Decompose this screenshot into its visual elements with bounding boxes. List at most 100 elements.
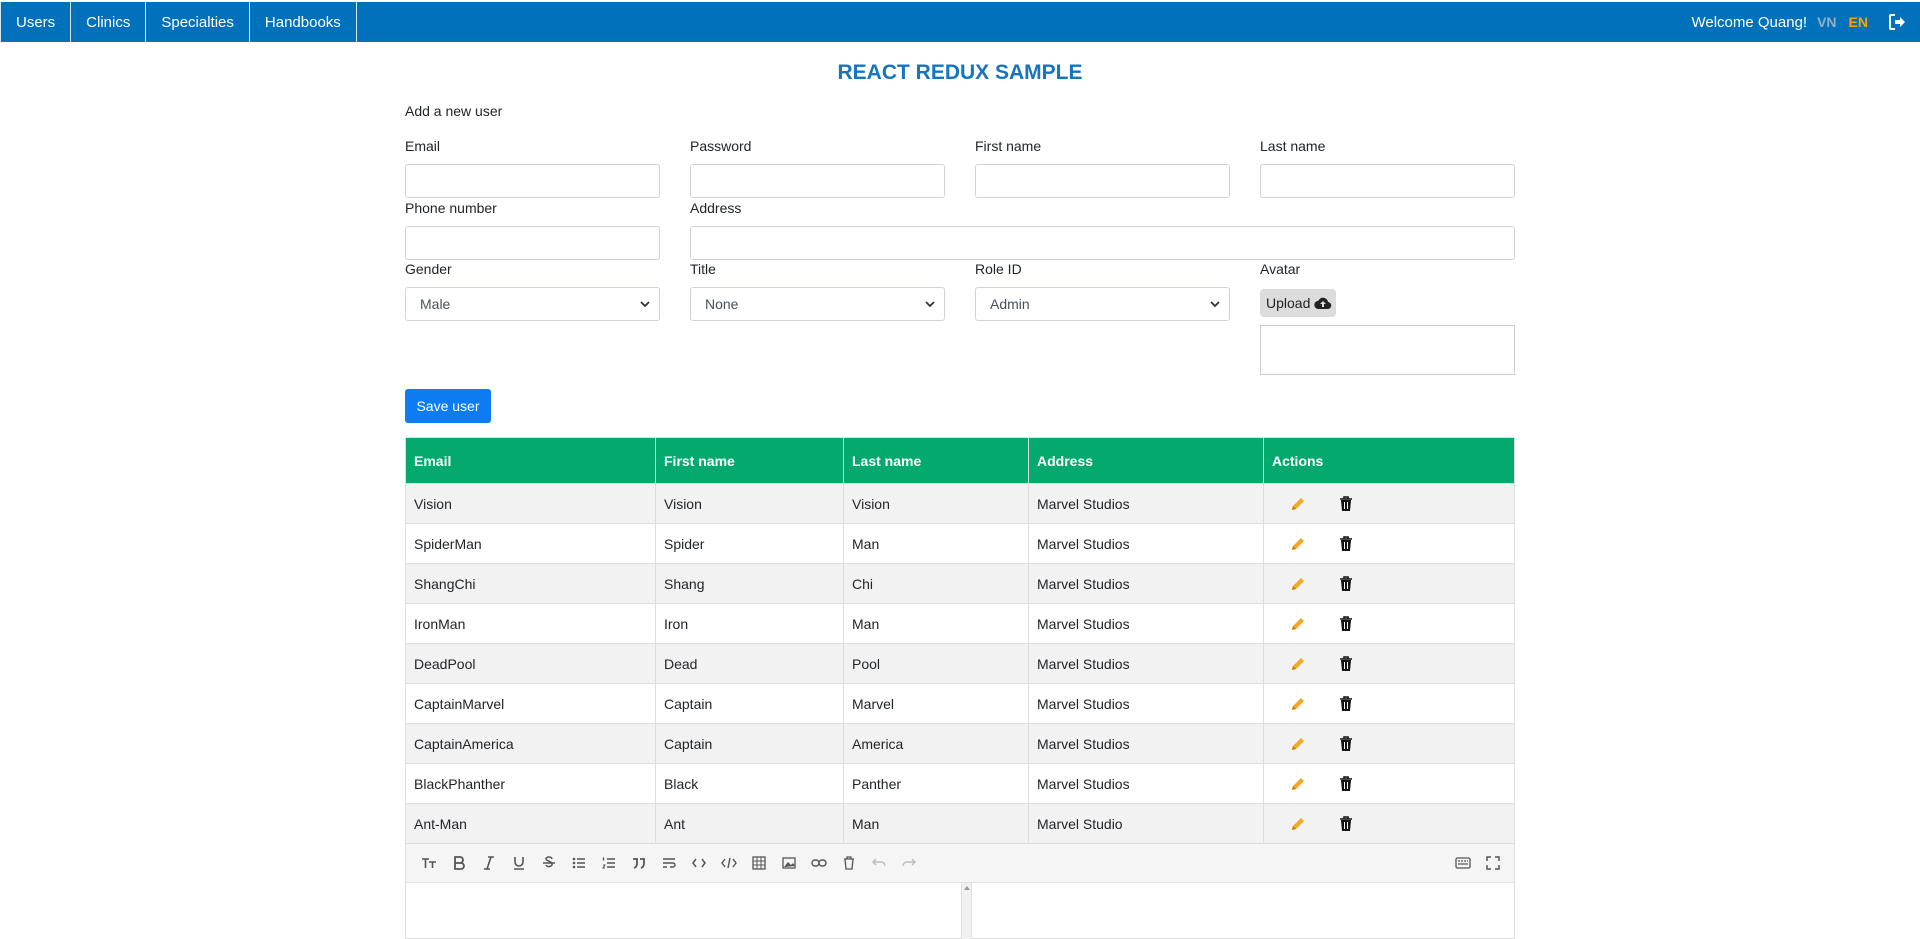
cell-address: Marvel Studios xyxy=(1028,483,1264,524)
pencil-icon[interactable] xyxy=(1289,815,1307,833)
pane-divider[interactable] xyxy=(961,883,972,939)
cell-first-name: Captain xyxy=(655,723,844,764)
keyboard-icon[interactable] xyxy=(1448,848,1478,878)
trash-icon[interactable] xyxy=(1339,735,1355,752)
fullscreen-icon[interactable] xyxy=(1478,848,1508,878)
cell-first-name: Dead xyxy=(655,643,844,684)
title-select[interactable]: None xyxy=(690,287,945,321)
cell-first-name: Iron xyxy=(655,603,844,644)
trash-icon[interactable] xyxy=(1339,695,1355,712)
last-name-input[interactable] xyxy=(1260,164,1515,198)
cell-email: CaptainMarvel xyxy=(405,683,656,724)
cell-email: ShangChi xyxy=(405,563,656,604)
chevron-down-icon xyxy=(640,301,650,308)
cell-address: Marvel Studios xyxy=(1028,523,1264,564)
link-icon[interactable] xyxy=(804,848,834,878)
table-header-row: Email First name Last name Address Actio… xyxy=(405,437,1515,484)
lang-en-toggle[interactable]: EN xyxy=(1849,14,1868,30)
quote-icon[interactable] xyxy=(624,848,654,878)
nav-item-handbooks[interactable]: Handbooks xyxy=(250,2,357,42)
upload-button-label: Upload xyxy=(1266,295,1311,311)
col-actions: Actions xyxy=(1263,437,1515,484)
page-title: REACT REDUX SAMPLE xyxy=(837,61,1083,84)
cell-address: Marvel Studios xyxy=(1028,683,1264,724)
cell-actions xyxy=(1263,683,1515,724)
pencil-icon[interactable] xyxy=(1289,615,1307,633)
cell-email: Vision xyxy=(405,483,656,524)
users-table: Email First name Last name Address Actio… xyxy=(405,437,1515,844)
row-actions xyxy=(1272,695,1514,713)
pencil-icon[interactable] xyxy=(1289,695,1307,713)
pencil-icon[interactable] xyxy=(1289,495,1307,513)
trash-icon[interactable] xyxy=(1339,575,1355,592)
address-input[interactable] xyxy=(690,226,1515,260)
trash-icon[interactable] xyxy=(1339,815,1355,832)
image-icon[interactable] xyxy=(774,848,804,878)
cell-last-name: America xyxy=(843,723,1029,764)
pencil-icon[interactable] xyxy=(1289,535,1307,553)
trash-icon[interactable] xyxy=(1339,535,1355,552)
italic-icon[interactable] xyxy=(474,848,504,878)
pencil-icon[interactable] xyxy=(1289,775,1307,793)
title-select-value: None xyxy=(705,296,739,312)
welcome-text: Welcome Quang! xyxy=(1691,13,1808,31)
first-name-input[interactable] xyxy=(975,164,1230,198)
pencil-icon[interactable] xyxy=(1289,575,1307,593)
pencil-icon[interactable] xyxy=(1289,655,1307,673)
cell-last-name: Man xyxy=(843,603,1029,644)
trash-icon[interactable] xyxy=(1339,775,1355,792)
col-first-name: First name xyxy=(655,437,844,484)
markdown-preview-pane xyxy=(972,883,1514,939)
clear-icon[interactable] xyxy=(834,848,864,878)
col-email: Email xyxy=(405,437,656,484)
gender-select[interactable]: Male xyxy=(405,287,660,321)
avatar-label: Avatar xyxy=(1260,261,1301,277)
cell-first-name: Vision xyxy=(655,483,844,524)
bold-icon[interactable] xyxy=(444,848,474,878)
sign-out-icon[interactable] xyxy=(1888,13,1906,31)
nav-item-clinics[interactable]: Clinics xyxy=(71,2,147,42)
cell-first-name: Shang xyxy=(655,563,844,604)
markdown-input-pane[interactable] xyxy=(406,883,961,939)
trash-icon[interactable] xyxy=(1339,615,1355,632)
numbered-list-icon[interactable] xyxy=(594,848,624,878)
undo-icon[interactable] xyxy=(864,848,894,878)
underline-icon[interactable] xyxy=(504,848,534,878)
email-input[interactable] xyxy=(405,164,660,198)
scroll-up-icon xyxy=(964,886,970,890)
row-actions xyxy=(1272,815,1514,833)
password-input[interactable] xyxy=(690,164,945,198)
upload-avatar-button[interactable]: Upload xyxy=(1260,289,1336,317)
cell-last-name: Man xyxy=(843,523,1029,564)
row-actions xyxy=(1272,735,1514,753)
wrap-icon[interactable] xyxy=(654,848,684,878)
lang-vn-toggle[interactable]: VN xyxy=(1817,14,1836,30)
pencil-icon[interactable] xyxy=(1289,735,1307,753)
save-user-button[interactable]: Save user xyxy=(405,389,491,423)
cell-last-name: Pool xyxy=(843,643,1029,684)
nav-item-specialties[interactable]: Specialties xyxy=(146,2,250,42)
user-area: Welcome Quang! VN EN xyxy=(1691,2,1920,42)
table-row: CaptainAmerica Captain America Marvel Studi… xyxy=(405,723,1515,764)
top-navbar: Users Clinics Specialties Handbooks Welc… xyxy=(0,2,1920,42)
header-icon[interactable] xyxy=(414,848,444,878)
trash-icon[interactable] xyxy=(1339,495,1355,512)
code-block-icon[interactable] xyxy=(714,848,744,878)
col-last-name: Last name xyxy=(843,437,1029,484)
role-label: Role ID xyxy=(975,261,1022,277)
avatar-preview xyxy=(1260,325,1515,375)
nav-item-users[interactable]: Users xyxy=(0,2,72,42)
inline-code-icon[interactable] xyxy=(684,848,714,878)
trash-icon[interactable] xyxy=(1339,655,1355,672)
strikethrough-icon[interactable] xyxy=(534,848,564,878)
bulleted-list-icon[interactable] xyxy=(564,848,594,878)
cell-email: BlackPhanther xyxy=(405,763,656,804)
cell-email: DeadPool xyxy=(405,643,656,684)
cell-address: Marvel Studios xyxy=(1028,643,1264,684)
markdown-editor xyxy=(405,843,1515,939)
cell-address: Marvel Studios xyxy=(1028,763,1264,804)
role-select[interactable]: Admin xyxy=(975,287,1230,321)
table-icon[interactable] xyxy=(744,848,774,878)
phone-input[interactable] xyxy=(405,226,660,260)
redo-icon[interactable] xyxy=(894,848,924,878)
